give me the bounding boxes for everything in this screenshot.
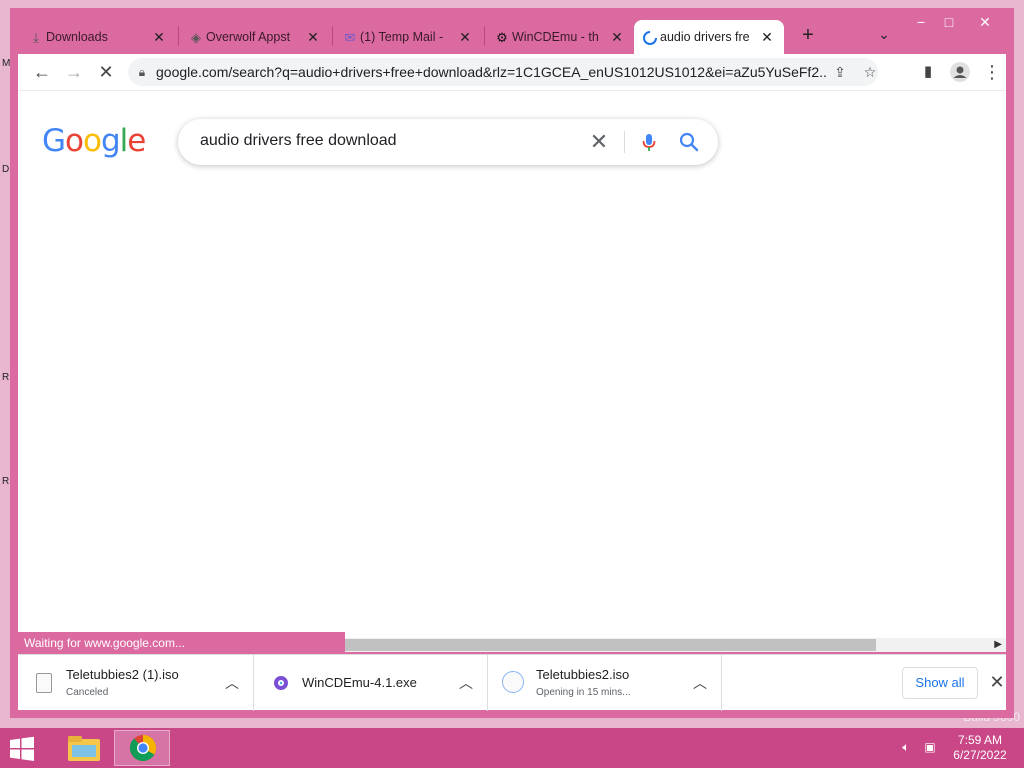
- google-logo[interactable]: Google: [42, 123, 146, 159]
- tab-wincdemu[interactable]: ⚙ WinCDEmu - th ✕: [486, 20, 634, 54]
- lock-icon[interactable]: 🔒︎: [128, 65, 156, 80]
- clock-date: 6/27/2022: [953, 748, 1007, 762]
- forward-arrow-icon[interactable]: →: [62, 60, 86, 84]
- tab-search-chevron-icon[interactable]: ⌄: [874, 26, 894, 46]
- file-explorer-icon[interactable]: [56, 730, 112, 766]
- tab-label: WinCDEmu - th: [512, 30, 599, 44]
- profile-avatar-icon[interactable]: [948, 60, 972, 84]
- clock-time: 7:59 AM: [957, 733, 1003, 747]
- download-filename: Teletubbies2.iso: [536, 667, 630, 682]
- search-box[interactable]: audio drivers free download ✕: [178, 119, 718, 165]
- share-icon[interactable]: ⇪: [830, 62, 850, 82]
- close-shelf-icon[interactable]: ✕: [986, 671, 1008, 693]
- tab-audio-drivers[interactable]: audio drivers fre ✕: [634, 20, 784, 54]
- volume-muted-icon[interactable]: 🔈︎: [898, 740, 914, 756]
- url-text[interactable]: google.com/search?q=audio+drivers+free+d…: [156, 64, 826, 80]
- bookmark-star-icon[interactable]: ☆: [860, 62, 880, 82]
- chevron-up-icon[interactable]: ︿: [693, 673, 707, 693]
- minimize-button[interactable]: −: [906, 12, 936, 32]
- search-divider: [624, 131, 625, 153]
- chevron-up-icon[interactable]: ︿: [225, 673, 239, 693]
- download-icon: ⤓: [33, 30, 39, 45]
- download-status: Canceled: [66, 687, 109, 698]
- chrome-icon[interactable]: [114, 730, 170, 766]
- tab-label: audio drivers fre: [660, 30, 750, 44]
- loading-status-bubble: Waiting for www.google.com...: [18, 632, 345, 654]
- tab-label: Overwolf Appst: [206, 30, 291, 44]
- download-item[interactable]: Teletubbies2 (1).iso Canceled ︿: [18, 655, 254, 711]
- windows-start-icon[interactable]: [8, 736, 36, 762]
- file-icon: [36, 673, 52, 693]
- show-all-button[interactable]: Show all: [902, 667, 978, 699]
- close-tab-icon[interactable]: ✕: [304, 28, 322, 46]
- download-filename: Teletubbies2 (1).iso: [66, 667, 179, 682]
- overwolf-icon: ◈: [191, 30, 201, 45]
- microphone-icon[interactable]: [636, 129, 662, 155]
- horizontal-scrollbar[interactable]: ▶: [345, 638, 1006, 652]
- loading-spinner-icon: [642, 30, 658, 46]
- desktop-label-3: R: [2, 372, 10, 383]
- stop-loading-icon[interactable]: ✕: [94, 60, 118, 84]
- tab-downloads[interactable]: ⤓ Downloads ✕: [20, 20, 176, 54]
- taskbar: 🔈︎ ▣ 7:59 AM 6/27/2022: [0, 728, 1024, 768]
- tab-label: (1) Temp Mail -: [360, 30, 444, 44]
- tab-label: Downloads: [46, 30, 108, 44]
- network-icon[interactable]: ▣: [922, 740, 938, 756]
- close-tab-icon[interactable]: ✕: [758, 28, 776, 46]
- file-progress-icon: [502, 671, 524, 693]
- chevron-up-icon[interactable]: ︿: [459, 673, 473, 693]
- gear-icon: ⚙: [496, 30, 508, 45]
- browser-window: ⤓ Downloads ✕ ◈ Overwolf Appst ✕ ✉ (1) T…: [10, 8, 1014, 718]
- download-shelf: Teletubbies2 (1).iso Canceled ︿ WinCDEmu…: [18, 654, 1008, 711]
- system-clock[interactable]: 7:59 AM 6/27/2022: [950, 733, 1010, 763]
- download-filename: WinCDEmu-4.1.exe: [302, 675, 417, 690]
- side-panel-icon[interactable]: ▮: [916, 60, 940, 84]
- tab-overwolf[interactable]: ◈ Overwolf Appst ✕: [180, 20, 330, 54]
- download-status: Opening in 15 mins...: [536, 687, 631, 698]
- browser-toolbar: ← → ✕ 🔒︎ google.com/search?q=audio+drive…: [18, 54, 1006, 90]
- download-item[interactable]: Teletubbies2.iso Opening in 15 mins... ︿: [488, 655, 722, 711]
- page-content: Google audio drivers free download ✕: [18, 90, 1006, 642]
- desktop-label-2: D: [2, 164, 10, 175]
- kebab-menu-icon[interactable]: ⋮: [980, 60, 1004, 84]
- tab-strip: ⤓ Downloads ✕ ◈ Overwolf Appst ✕ ✉ (1) T…: [10, 8, 1014, 54]
- close-tab-icon[interactable]: ✕: [456, 28, 474, 46]
- clear-search-icon[interactable]: ✕: [586, 129, 612, 155]
- desktop-label-4: R: [2, 476, 10, 487]
- scroll-right-arrow-icon[interactable]: ▶: [994, 639, 1002, 650]
- installer-icon: [272, 673, 288, 693]
- download-item[interactable]: WinCDEmu-4.1.exe ︿: [254, 655, 488, 711]
- close-window-button[interactable]: ✕: [970, 12, 1000, 32]
- tab-temp-mail[interactable]: ✉ (1) Temp Mail - ✕: [334, 20, 482, 54]
- close-tab-icon[interactable]: ✕: [608, 28, 626, 46]
- close-tab-icon[interactable]: ✕: [150, 28, 168, 46]
- address-bar[interactable]: 🔒︎ google.com/search?q=audio+drivers+fre…: [128, 58, 878, 86]
- back-arrow-icon[interactable]: ←: [30, 60, 54, 84]
- search-icon[interactable]: [676, 129, 702, 155]
- maximize-button[interactable]: □: [934, 12, 964, 32]
- search-input[interactable]: audio drivers free download: [200, 132, 397, 150]
- scrollbar-thumb[interactable]: [345, 639, 876, 651]
- mail-icon: ✉: [344, 30, 356, 45]
- new-tab-button[interactable]: +: [797, 24, 819, 46]
